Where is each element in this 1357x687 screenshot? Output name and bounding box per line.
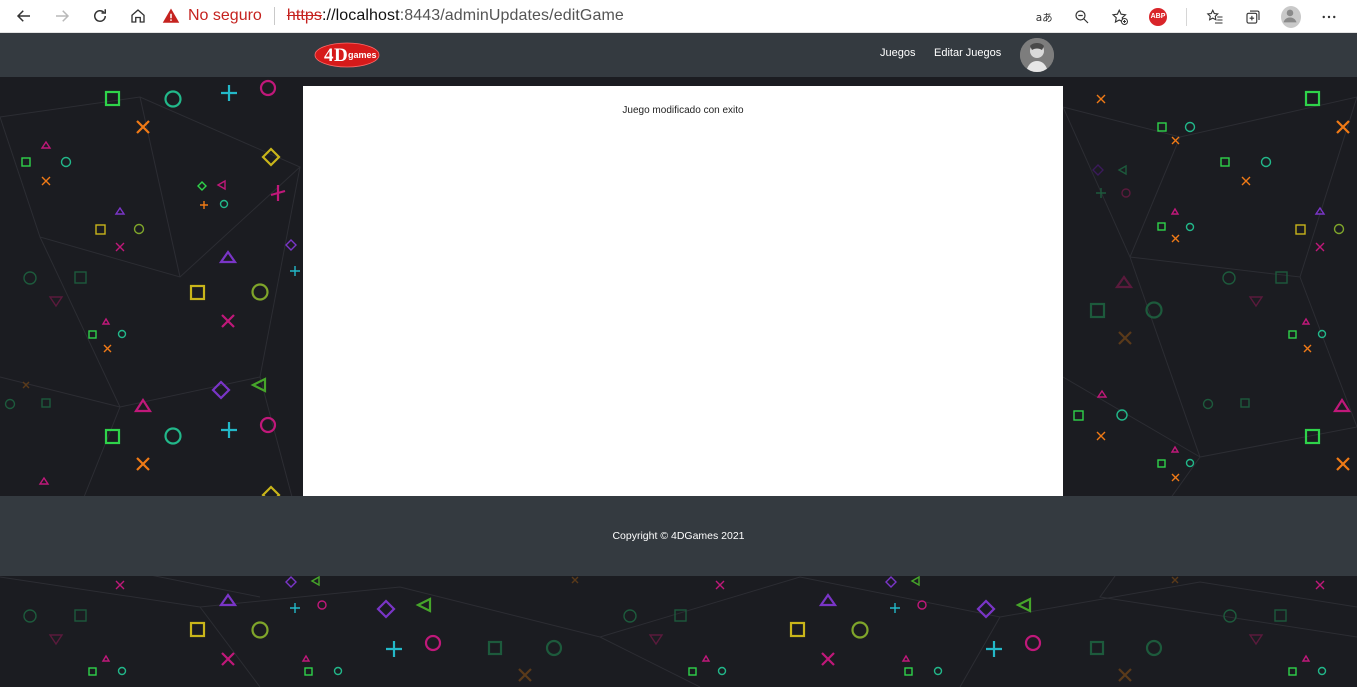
star-plus-icon: [1111, 8, 1128, 25]
more-icon: [1322, 15, 1336, 18]
profile-button[interactable]: [1281, 5, 1301, 28]
collections-button[interactable]: [1243, 7, 1263, 27]
url-path: :8443/adminUpdates/editGame: [399, 7, 624, 24]
profile-icon: [1281, 5, 1301, 28]
address-divider: [273, 7, 275, 25]
nav-link-editar-juegos[interactable]: Editar Juegos: [934, 47, 1001, 59]
svg-text:aあ: aあ: [1036, 11, 1053, 23]
copyright-text: Copyright © 4DGames 2021: [612, 530, 745, 542]
svg-text:games: games: [348, 50, 377, 60]
arrow-left-icon: [16, 10, 30, 22]
svg-text:D: D: [334, 45, 348, 66]
adblock-button[interactable]: ABP: [1148, 7, 1168, 27]
add-favorite-button[interactable]: [1110, 7, 1130, 27]
site-navbar: 4 D games Juegos Editar Juegos: [0, 33, 1357, 77]
address-bar[interactable]: No seguro https://localhost:8443/adminUp…: [162, 2, 624, 30]
zoom-button[interactable]: [1072, 7, 1092, 27]
adblock-icon: ABP: [1149, 7, 1167, 26]
favorites-button[interactable]: [1205, 7, 1225, 27]
site-footer: Copyright © 4DGames 2021: [0, 496, 1357, 576]
svg-text:4: 4: [324, 45, 334, 66]
browser-toolbar: No seguro https://localhost:8443/adminUp…: [0, 0, 1357, 33]
warning-icon: [162, 8, 180, 23]
nav-link-juegos[interactable]: Juegos: [880, 47, 915, 59]
browser-actions: aあ ABP: [1034, 0, 1357, 33]
home-icon: [131, 9, 145, 23]
settings-menu-button[interactable]: [1319, 7, 1339, 27]
toolbar-divider: [1186, 7, 1187, 26]
brand-logo[interactable]: 4 D games: [313, 41, 381, 69]
back-button[interactable]: [14, 6, 34, 26]
arrow-right-icon: [56, 10, 70, 22]
url-host: ://localhost: [322, 7, 400, 24]
translate-icon: aあ: [1036, 11, 1053, 23]
reload-button[interactable]: [90, 6, 110, 26]
user-avatar[interactable]: [1020, 38, 1054, 72]
read-aloud-button[interactable]: aあ: [1034, 7, 1054, 27]
security-status[interactable]: No seguro: [188, 7, 262, 25]
favorites-icon: [1206, 8, 1223, 24]
main-content: Juego modificado con exito: [303, 86, 1063, 496]
success-message: Juego modificado con exito: [622, 105, 744, 116]
reload-icon: [94, 9, 106, 22]
url-scheme: https: [286, 7, 323, 24]
collections-icon: [1246, 9, 1260, 24]
url-text[interactable]: https://localhost:8443/adminUpdates/edit…: [287, 7, 624, 25]
zoom-out-icon: [1075, 9, 1089, 23]
home-button[interactable]: [128, 6, 148, 26]
forward-button[interactable]: [52, 6, 72, 26]
